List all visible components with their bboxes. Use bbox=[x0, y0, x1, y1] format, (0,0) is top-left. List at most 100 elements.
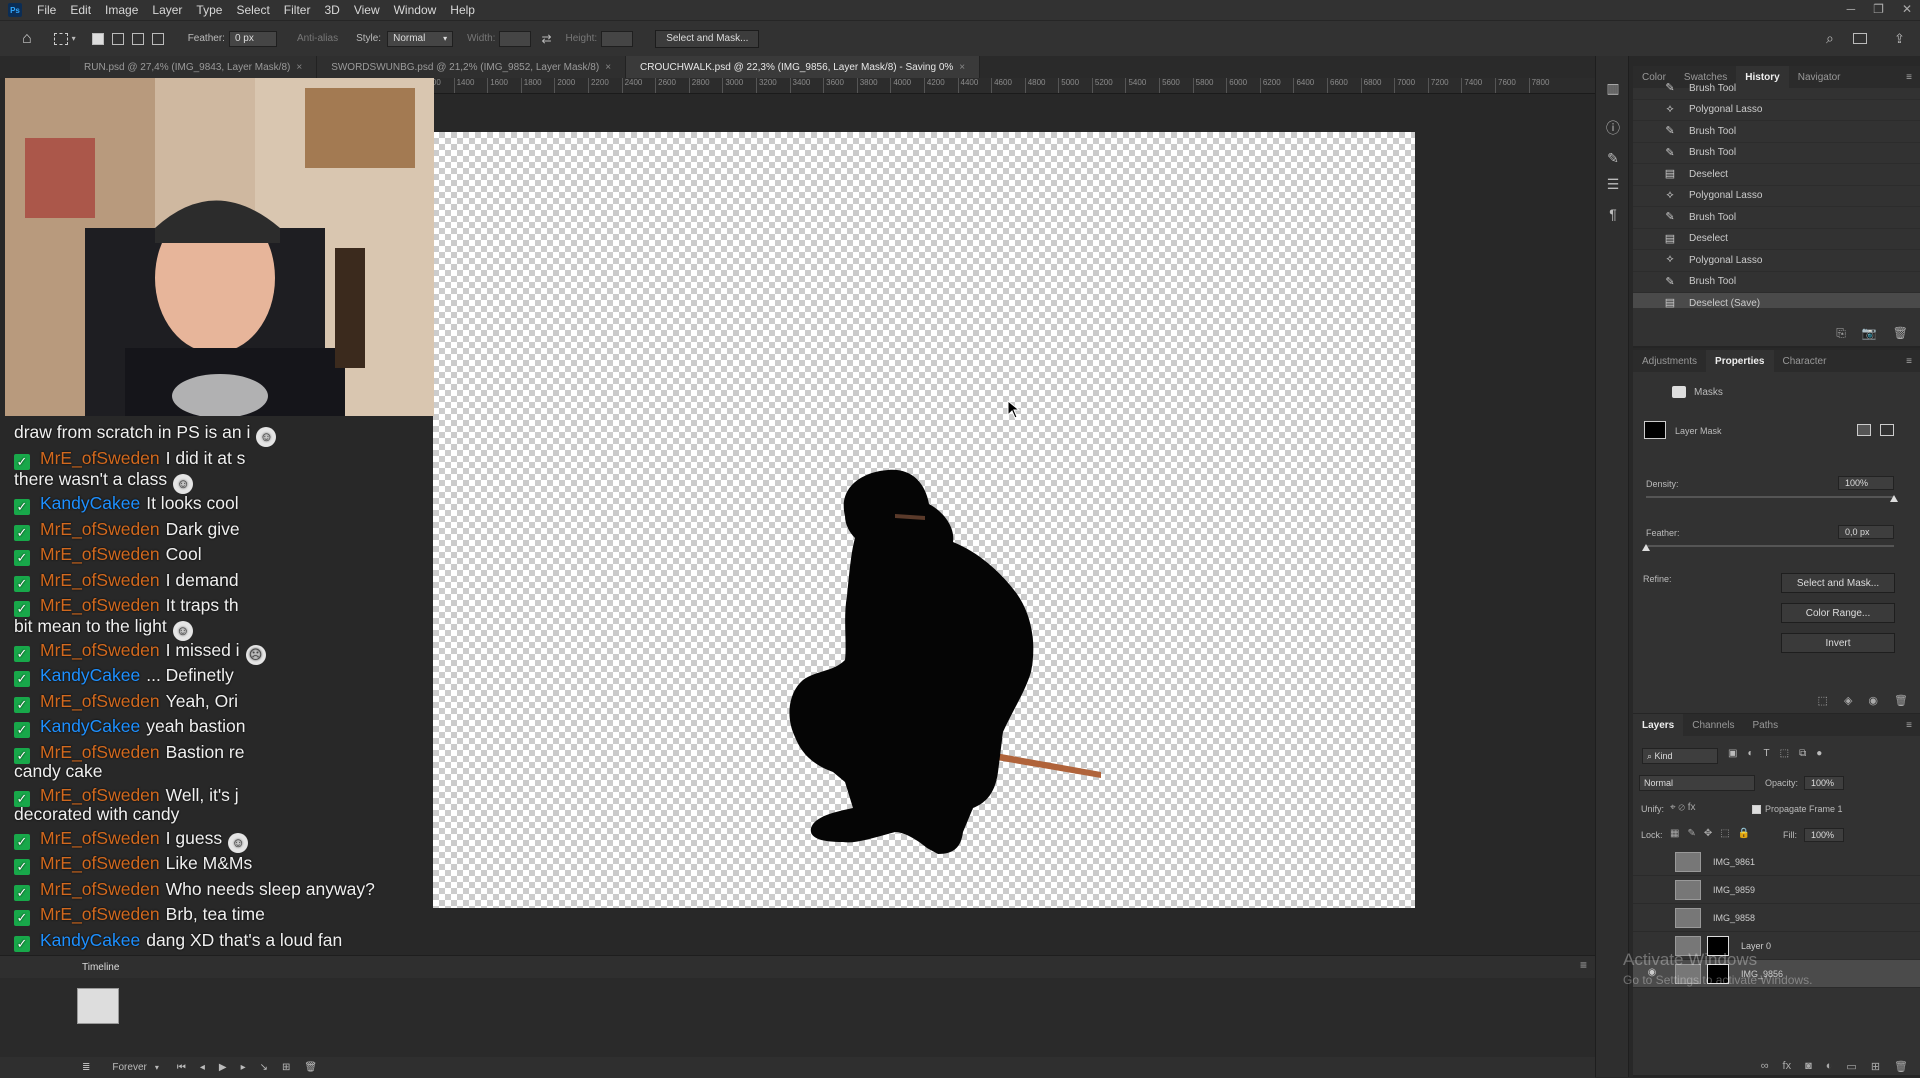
next-frame-icon[interactable]: ▸ bbox=[241, 1062, 246, 1073]
first-frame-icon[interactable]: ⏮ bbox=[177, 1062, 186, 1073]
eye-icon[interactable] bbox=[1645, 911, 1659, 925]
lock-icons[interactable]: ▦✎✥⬚🔒 bbox=[1670, 828, 1758, 839]
snapshot-icon[interactable]: 📷 bbox=[1862, 326, 1877, 340]
history-state[interactable]: ✎ Brush Tool bbox=[1633, 143, 1920, 164]
select-and-mask-button[interactable]: Select and Mask... bbox=[655, 29, 760, 48]
layer-row[interactable]: IMG_9858 bbox=[1633, 904, 1920, 932]
apply-mask-icon[interactable]: ◈ bbox=[1844, 694, 1852, 707]
shape-filter-icon[interactable]: ⬚ bbox=[1780, 748, 1789, 759]
pixel-filter-icon[interactable]: ▣ bbox=[1728, 748, 1737, 759]
tab-properties[interactable]: Properties bbox=[1706, 350, 1774, 372]
tab-layers[interactable]: Layers bbox=[1633, 714, 1684, 736]
fx-icon[interactable]: fx bbox=[1783, 1060, 1792, 1072]
invert-button[interactable]: Invert bbox=[1781, 633, 1895, 653]
density-slider-thumb[interactable] bbox=[1890, 495, 1898, 502]
unify-icons[interactable]: ⌖ ⊘ fx bbox=[1670, 802, 1696, 813]
antialias-checkbox[interactable]: Anti-alias bbox=[297, 33, 338, 44]
close-icon[interactable]: ✕ bbox=[1902, 2, 1912, 16]
history-state[interactable]: ✎ Brush Tool bbox=[1633, 272, 1920, 293]
menu-image[interactable]: Image bbox=[98, 3, 145, 17]
add-selection-icon[interactable] bbox=[111, 32, 124, 45]
adjustment-layer-icon[interactable]: ◐ bbox=[1826, 1060, 1833, 1072]
tab-character[interactable]: Character bbox=[1774, 350, 1836, 372]
eye-icon[interactable] bbox=[1645, 883, 1659, 897]
width-input[interactable] bbox=[499, 30, 532, 47]
layer-thumbnail[interactable] bbox=[1675, 851, 1701, 872]
eye-icon[interactable]: ◉ bbox=[1868, 694, 1878, 707]
density-slider-track[interactable] bbox=[1646, 496, 1894, 498]
vector-mask-icon[interactable] bbox=[1880, 424, 1894, 436]
select-and-mask-button[interactable]: Select and Mask... bbox=[1781, 573, 1895, 593]
filter-toggle-icon[interactable]: ● bbox=[1816, 748, 1822, 759]
prev-frame-icon[interactable]: ◂ bbox=[200, 1062, 205, 1073]
blend-mode-select[interactable]: Normal bbox=[1639, 775, 1755, 791]
brush-settings-icon[interactable]: ✎ bbox=[1604, 150, 1622, 168]
layer-mask-thumbnail[interactable] bbox=[1644, 421, 1666, 439]
convert-icon[interactable]: ≣ bbox=[82, 1062, 90, 1073]
history-state[interactable]: ▤ Deselect bbox=[1633, 164, 1920, 186]
trash-icon[interactable]: 🗑 bbox=[1894, 694, 1908, 707]
menu-3d[interactable]: 3D bbox=[317, 3, 346, 17]
feather-value[interactable]: 0,0 px bbox=[1838, 525, 1894, 539]
history-state[interactable]: ▤ Deselect (Save) bbox=[1633, 293, 1920, 308]
new-selection-icon[interactable] bbox=[91, 32, 104, 45]
tween-icon[interactable]: ↘ bbox=[260, 1062, 268, 1073]
play-icon[interactable]: ▶ bbox=[219, 1062, 227, 1073]
history-state[interactable]: ⟡ Polygonal Lasso bbox=[1633, 186, 1920, 207]
density-value[interactable]: 100% bbox=[1838, 476, 1894, 490]
link-icon[interactable]: ∞ bbox=[1761, 1060, 1769, 1072]
document-canvas[interactable] bbox=[433, 132, 1415, 908]
chevron-down-icon[interactable]: ▾ bbox=[72, 34, 76, 43]
frame-thumbnail[interactable] bbox=[77, 988, 119, 1024]
layer-row[interactable]: IMG_9861 bbox=[1633, 848, 1920, 876]
height-input[interactable] bbox=[601, 30, 634, 47]
color-range-button[interactable]: Color Range... bbox=[1781, 603, 1895, 623]
propagate-checkbox[interactable] bbox=[1752, 805, 1761, 814]
search-icon[interactable]: ⌕ bbox=[1826, 30, 1834, 47]
info-icon[interactable]: ⓘ bbox=[1604, 118, 1622, 136]
group-icon[interactable]: ▭ bbox=[1846, 1060, 1856, 1073]
home-icon[interactable]: ⌂ bbox=[22, 30, 32, 48]
style-select[interactable]: Normal ▾ bbox=[387, 30, 454, 47]
fill-value[interactable]: 100% bbox=[1804, 828, 1844, 842]
load-selection-icon[interactable]: ⬚ bbox=[1818, 694, 1828, 707]
feather-slider-thumb[interactable] bbox=[1642, 544, 1650, 551]
histogram-icon[interactable]: ▥ bbox=[1604, 80, 1622, 98]
layer-row[interactable]: IMG_9859 bbox=[1633, 876, 1920, 904]
tab-adjustments[interactable]: Adjustments bbox=[1633, 350, 1706, 372]
adjustments-icon[interactable]: ☰ bbox=[1604, 176, 1622, 194]
smart-object-filter-icon[interactable]: ⧉ bbox=[1799, 748, 1806, 759]
history-state[interactable]: ⟡ Polygonal Lasso bbox=[1633, 250, 1920, 272]
menu-window[interactable]: Window bbox=[387, 3, 444, 17]
paragraph-icon[interactable]: ¶ bbox=[1604, 206, 1622, 224]
history-state[interactable]: ⟡ Polygonal Lasso bbox=[1633, 100, 1920, 121]
type-filter-icon[interactable]: T bbox=[1764, 748, 1770, 759]
new-document-from-state-icon[interactable]: ⎘ bbox=[1836, 326, 1846, 341]
history-state[interactable]: ✎ Brush Tool bbox=[1633, 207, 1920, 229]
add-mask-icon[interactable]: ◙ bbox=[1805, 1060, 1812, 1072]
menu-filter[interactable]: Filter bbox=[277, 3, 318, 17]
menu-edit[interactable]: Edit bbox=[63, 3, 98, 17]
trash-icon[interactable]: 🗑 bbox=[1894, 1060, 1908, 1073]
close-icon[interactable]: × bbox=[959, 62, 965, 73]
close-icon[interactable]: × bbox=[605, 62, 611, 73]
marquee-tool-icon[interactable] bbox=[53, 32, 68, 45]
panel-menu-icon[interactable]: ≡ bbox=[1906, 356, 1912, 367]
tab-channels[interactable]: Channels bbox=[1683, 714, 1743, 736]
pixel-mask-icon[interactable] bbox=[1857, 424, 1871, 436]
intersect-selection-icon[interactable] bbox=[151, 32, 164, 45]
panel-menu-icon[interactable]: ≡ bbox=[1906, 720, 1912, 731]
panel-menu-icon[interactable]: ≡ bbox=[1580, 958, 1587, 972]
minimize-icon[interactable]: ─ bbox=[1847, 2, 1856, 16]
menu-view[interactable]: View bbox=[347, 3, 387, 17]
trash-icon[interactable]: 🗑 bbox=[1893, 326, 1908, 340]
menu-layer[interactable]: Layer bbox=[145, 3, 189, 17]
layer-thumbnail[interactable] bbox=[1675, 879, 1701, 900]
tab-run[interactable]: RUN.psd @ 27,4% (IMG_9843, Layer Mask/8)… bbox=[70, 56, 318, 78]
history-state[interactable]: ▤ Deselect bbox=[1633, 229, 1920, 250]
feather-slider-track[interactable] bbox=[1646, 545, 1894, 547]
new-frame-icon[interactable]: ⊞ bbox=[282, 1062, 290, 1073]
menu-type[interactable]: Type bbox=[189, 3, 229, 17]
subtract-selection-icon[interactable] bbox=[131, 32, 144, 45]
menu-select[interactable]: Select bbox=[229, 3, 276, 17]
